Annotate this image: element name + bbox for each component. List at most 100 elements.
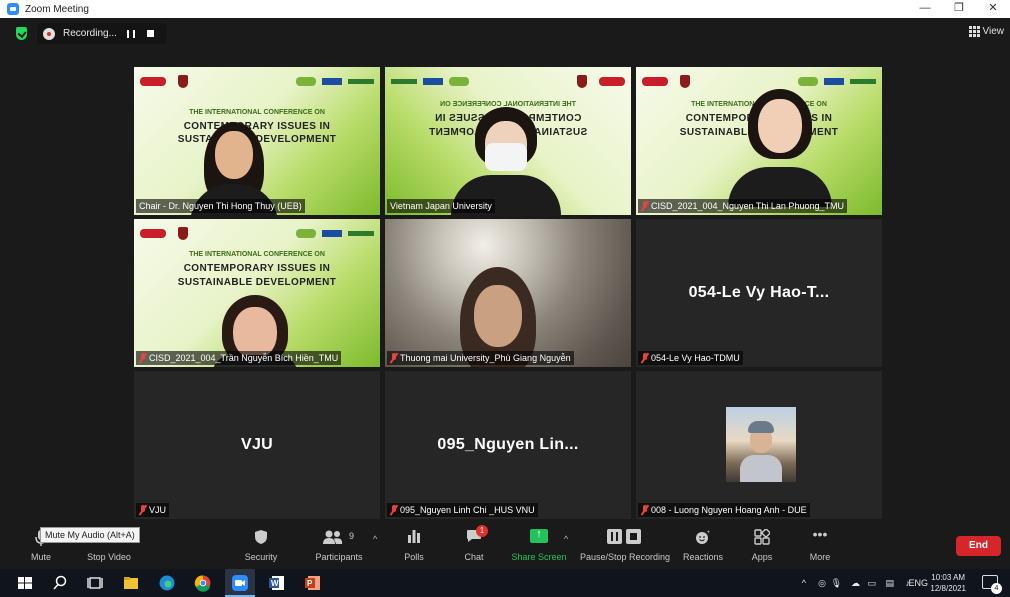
participant-nameplate: CISD_2021_004_Nguyen Thi Lan Phuong_TMU — [638, 199, 847, 213]
muted-mic-icon — [641, 505, 649, 515]
cloud-recording-icon — [43, 27, 55, 40]
video-tile[interactable]: THE INTERNATIONAL CONFERENCE ON CONTEMPO… — [134, 67, 380, 215]
banner-line1: THE INTERNATIONAL CONFERENCE ON — [189, 109, 325, 116]
security-label: Security — [244, 552, 278, 562]
view-button[interactable]: View — [968, 26, 1005, 37]
word-app-icon[interactable]: W — [268, 574, 286, 592]
apps-icon — [754, 529, 770, 545]
tray-onedrive-icon[interactable]: ☁ — [851, 569, 860, 597]
zoom-taskbar-button[interactable] — [225, 569, 255, 597]
close-button[interactable]: ✕ — [976, 0, 1010, 18]
notification-count: 4 — [991, 583, 1002, 594]
task-view-icon[interactable] — [86, 574, 104, 592]
participant-display-name: VJU — [240, 436, 274, 453]
tray-camera-icon[interactable]: ◎ — [818, 569, 826, 597]
svg-text:W: W — [271, 579, 279, 588]
encryption-shield-icon[interactable] — [16, 27, 27, 40]
muted-mic-icon — [641, 353, 649, 363]
muted-mic-icon — [641, 201, 649, 211]
recording-label: Recording... — [63, 28, 117, 39]
pause-stop-icon — [607, 529, 643, 545]
banner-line3: SUSTAINABLE DEVELOPMENT — [177, 277, 337, 288]
recording-indicator: Recording... — [37, 23, 167, 44]
share-caret-icon[interactable]: ^ — [564, 534, 568, 544]
clock-date: 12/8/2021 — [930, 584, 966, 593]
banner-line2: CONTEMPORARY ISSUES IN — [183, 263, 331, 274]
share-screen-icon — [530, 528, 548, 543]
video-tile[interactable]: THE INTERNATIONAL CONFERENCE ON CONTEMPO… — [134, 219, 380, 367]
taskbar-clock[interactable]: 10:03 AM 12/8/2021 — [930, 572, 966, 594]
tray-expand-icon[interactable]: ^ — [802, 569, 806, 597]
chat-unread-badge: 1 — [476, 525, 488, 537]
mute-tooltip: Mute My Audio (Alt+A) — [40, 527, 140, 543]
participant-nameplate: CISD_2021_004_Trần Nguyễn Bích Hiền_TMU — [136, 351, 342, 365]
end-meeting-button[interactable]: End — [956, 536, 1001, 556]
participant-nameplate: 054-Le Vy Hao-TDMU — [638, 351, 743, 365]
polls-button[interactable]: Polls — [394, 521, 434, 569]
banner-line1: THE INTERNATIONAL CONFERENCE ON — [189, 251, 325, 258]
participant-nameplate: Thuong mai University_Phù Giang Nguyễn — [387, 351, 574, 365]
share-screen-label: Share Screen — [511, 552, 567, 562]
pause-stop-recording-label: Pause/Stop Recording — [579, 552, 671, 562]
security-button[interactable]: Security — [238, 521, 284, 569]
clock-time: 10:03 AM — [931, 573, 966, 582]
share-screen-button[interactable]: Share Screen — [508, 521, 570, 569]
participants-icon — [323, 530, 343, 544]
polls-bar-chart-icon — [408, 530, 420, 543]
banner-line2: CONTEMPORARY ISSUES IN — [183, 121, 331, 132]
pause-recording-icon[interactable] — [127, 29, 135, 38]
participants-caret-icon[interactable]: ^ — [373, 534, 377, 544]
video-tile[interactable]: 008 - Luong Nguyen Hoang Anh - DUE — [636, 371, 882, 519]
participant-display-name: 054-Le Vy Hao-T... — [688, 284, 830, 301]
edge-browser-icon[interactable] — [158, 574, 176, 592]
notification-center-icon[interactable]: 4 — [982, 575, 1002, 594]
tray-battery-icon[interactable]: ▭ — [867, 569, 876, 597]
participants-button[interactable]: 9 Participants — [310, 521, 368, 569]
video-tile[interactable]: Thuong mai University_Phù Giang Nguyễn — [385, 219, 631, 367]
participants-label: Participants — [315, 552, 363, 562]
chat-button[interactable]: 1 Chat — [454, 521, 494, 569]
mute-label: Mute — [30, 552, 51, 562]
zoom-app: Zoom Meeting — ❐ ✕ Recording... View THE… — [0, 0, 1010, 597]
restore-button[interactable]: ❐ — [942, 0, 976, 18]
muted-mic-icon — [390, 353, 398, 363]
reactions-label: Reactions — [682, 552, 724, 562]
window-title: Zoom Meeting — [25, 3, 89, 15]
language-indicator[interactable]: ENG — [908, 569, 928, 597]
participant-display-name: 095_Nguyen Lin... — [437, 436, 579, 453]
reactions-button[interactable]: + Reactions — [680, 521, 726, 569]
video-tile[interactable]: 095_Nguyen Lin... 095_Nguyen Linh Chi _H… — [385, 371, 631, 519]
search-icon[interactable] — [51, 574, 69, 592]
view-label: View — [982, 26, 1005, 37]
zoom-app-icon — [232, 575, 248, 591]
video-tile[interactable]: 054-Le Vy Hao-T... 054-Le Vy Hao-TDMU — [636, 219, 882, 367]
participant-nameplate: Vietnam Japan University — [387, 199, 495, 213]
chrome-browser-icon[interactable] — [194, 574, 212, 592]
stop-recording-icon[interactable] — [147, 30, 154, 37]
tray-microphone-icon[interactable]: 🎙 — [831, 569, 842, 597]
chat-label: Chat — [464, 552, 484, 562]
svg-text:+: + — [707, 530, 711, 536]
security-shield-icon — [255, 530, 267, 544]
windows-start-icon[interactable] — [16, 574, 34, 592]
muted-mic-icon — [139, 505, 147, 515]
video-tile-active-speaker[interactable]: THE INTERNATIONAL CONFERENCE ON CONTEMPO… — [385, 67, 631, 215]
video-tile[interactable]: VJU VJU — [134, 371, 380, 519]
more-dots-icon: ••• — [812, 526, 828, 542]
powerpoint-app-icon[interactable]: P — [304, 574, 322, 592]
video-tile[interactable]: THE INTERNATIONAL CONFERENCE ON CONTEMPO… — [636, 67, 882, 215]
tray-network-icon[interactable]: ▤ — [885, 569, 894, 597]
meeting-area: Recording... View THE INTERNATIONAL CONF… — [8, 18, 1010, 521]
pause-stop-recording-button[interactable]: Pause/Stop Recording — [578, 521, 672, 569]
muted-mic-icon — [390, 505, 398, 515]
more-button[interactable]: ••• More — [800, 521, 840, 569]
minimize-button[interactable]: — — [908, 0, 942, 18]
profile-picture — [726, 407, 796, 482]
apps-button[interactable]: Apps — [742, 521, 782, 569]
reactions-smiley-icon: + — [696, 530, 711, 544]
chat-bubble-icon: 1 — [466, 525, 488, 543]
file-explorer-icon[interactable] — [122, 574, 140, 592]
title-bar: Zoom Meeting — ❐ ✕ — [0, 0, 1010, 18]
windows-taskbar: W P ^ ◎ 🎙 ☁ ▭ ▤ ♪ ENG 10:03 AM 12/8/2021… — [0, 569, 1010, 597]
participant-nameplate: 095_Nguyen Linh Chi _HUS VNU — [387, 503, 538, 517]
